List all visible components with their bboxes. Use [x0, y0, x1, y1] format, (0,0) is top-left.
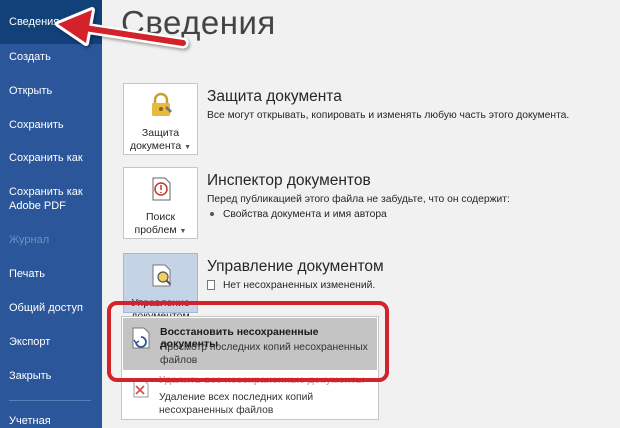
page-title: Сведения	[121, 4, 276, 41]
check-tile-label-2: проблем	[134, 224, 177, 236]
annotation-highlight-box	[107, 301, 389, 382]
sidebar: Сведения Создать Открыть Сохранить Сохра…	[0, 0, 102, 428]
nav-info[interactable]: Сведения	[0, 0, 102, 44]
inspect-title: Инспектор документов	[207, 172, 371, 189]
inspect-text: Перед публикацией этого файла не забудьт…	[207, 194, 510, 205]
document-icon	[207, 280, 215, 291]
protect-document-button[interactable]: Защита документа ▼	[123, 83, 198, 155]
caret-down-icon: ▼	[179, 228, 187, 235]
inspect-document-icon	[152, 177, 171, 201]
nav-close[interactable]: Закрыть	[0, 369, 102, 383]
manage-status: Нет несохраненных изменений.	[207, 280, 375, 291]
nav-save-as[interactable]: Сохранить как	[0, 151, 102, 165]
inspect-bullet-text: Свойства документа и имя автора	[223, 209, 387, 220]
bullet-icon	[210, 212, 214, 217]
protect-tile-label-2: документа	[129, 140, 182, 152]
lock-icon	[152, 92, 172, 116]
caret-down-icon: ▼	[184, 144, 192, 151]
nav-new[interactable]: Создать	[0, 50, 102, 64]
nav-print[interactable]: Печать	[0, 267, 102, 281]
manage-document-icon	[152, 264, 172, 287]
manage-status-text: Нет несохраненных изменений.	[223, 280, 376, 291]
protect-tile-label-1: Защита	[141, 127, 180, 139]
nav-save[interactable]: Сохранить	[0, 118, 102, 132]
nav-save-as-pdf[interactable]: Сохранить как Adobe PDF	[0, 185, 90, 213]
nav-export[interactable]: Экспорт	[0, 335, 102, 349]
delete-item-desc-2: несохраненных файлов	[159, 405, 274, 416]
inspect-bullet-item: Свойства документа и имя автора	[210, 209, 387, 220]
nav-account[interactable]: Учетная	[0, 414, 102, 428]
delete-item-desc-1: Удаление всех последних копий	[159, 392, 314, 403]
nav-history: Журнал	[9, 234, 50, 246]
protect-text: Все могут открывать, копировать и изменя…	[207, 110, 570, 121]
nav-open[interactable]: Открыть	[0, 84, 102, 98]
check-issues-button[interactable]: Поиск проблем ▼	[123, 167, 198, 239]
nav-separator	[9, 400, 91, 401]
manage-title: Управление документом	[207, 258, 384, 275]
nav-share[interactable]: Общий доступ	[0, 301, 102, 315]
check-tile-label-1: Поиск	[145, 211, 176, 223]
protect-title: Защита документа	[207, 88, 342, 105]
